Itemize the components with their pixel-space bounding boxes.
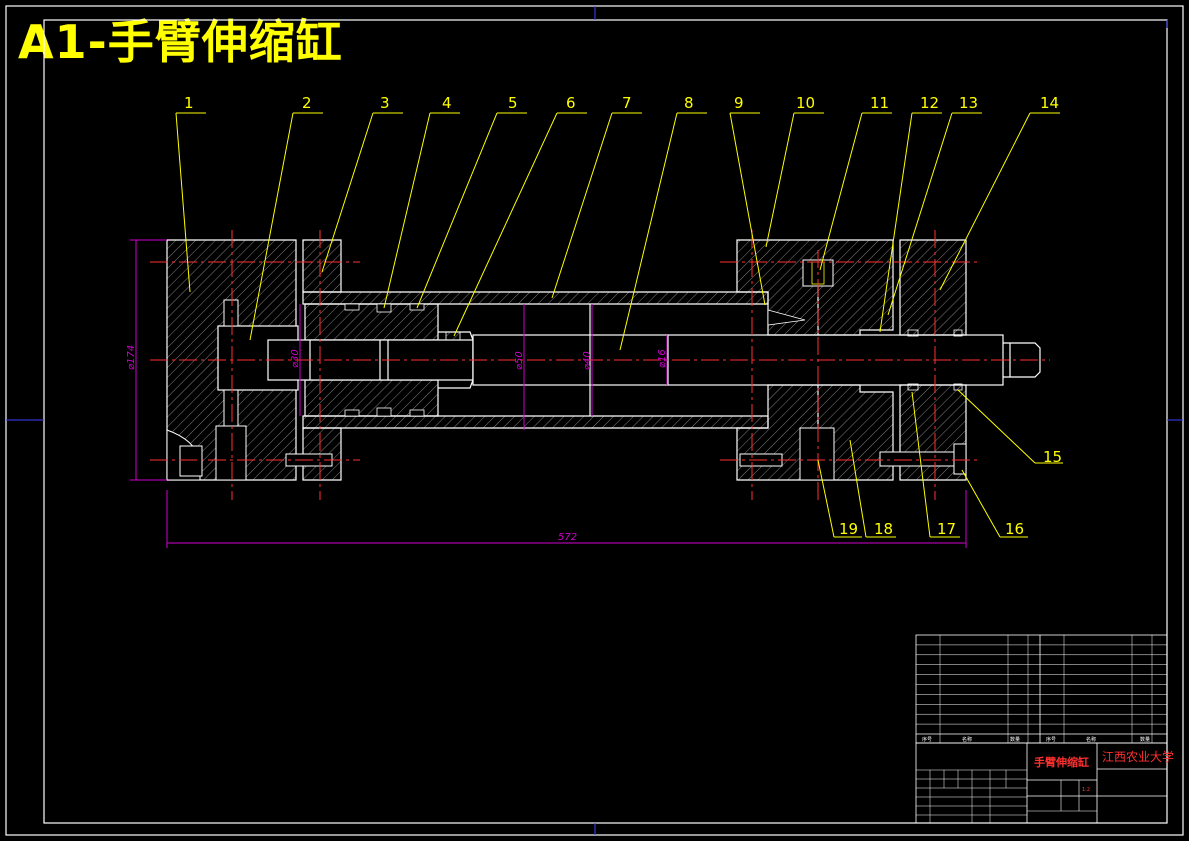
cylinder-assembly-drawing: ⌀174 572 ⌀30 ⌀50 ⌀40 ⌀16 1 2 3 4 5 6 7 8… [5, 5, 1184, 836]
part-label-11: 11 [870, 94, 889, 112]
part-label-10: 10 [796, 94, 815, 112]
dim-outer-diameter: ⌀174 [126, 345, 137, 370]
dim-overall-length: 572 [558, 532, 577, 543]
parts-list-table: 序号 名称 数量 序号 名称 数量 [915, 634, 1168, 744]
parts-header-name-left: 名称 [962, 736, 972, 743]
part-label-7: 7 [622, 94, 632, 112]
part-label-17: 17 [937, 520, 956, 538]
parts-header-seq-left: 序号 [922, 736, 932, 743]
right-end-cap [899, 239, 967, 336]
part-label-3: 3 [380, 94, 390, 112]
title-block-drawing-name: 手臂伸缩缸 [1034, 755, 1089, 769]
title-block-university: 江西农业大学 [1102, 749, 1174, 764]
parts-header-qty-left: 数量 [1010, 736, 1020, 743]
part-label-15: 15 [1043, 448, 1062, 466]
cylinder-barrel-top [302, 291, 769, 305]
part-label-16: 16 [1005, 520, 1024, 538]
title-block: 手臂伸缩缸 江西农业大学 1:2 [915, 742, 1174, 824]
part-label-14: 14 [1040, 94, 1059, 112]
dim-d1: ⌀30 [290, 349, 301, 368]
dim-d2: ⌀50 [514, 351, 525, 370]
part-label-9: 9 [734, 94, 744, 112]
right-flange [736, 239, 894, 336]
part-label-2: 2 [302, 94, 312, 112]
parts-header-qty-right: 数量 [1140, 736, 1150, 743]
part-label-5: 5 [508, 94, 518, 112]
dim-d4: ⌀16 [657, 349, 668, 368]
part-label-6: 6 [566, 94, 576, 112]
part-label-1: 1 [184, 94, 194, 112]
dim-d3: ⌀40 [582, 351, 593, 370]
part-label-19: 19 [839, 520, 858, 538]
part-label-12: 12 [920, 94, 939, 112]
part-label-8: 8 [684, 94, 694, 112]
parts-header-seq-right: 序号 [1046, 736, 1056, 743]
cylinder-barrel-bottom [302, 415, 769, 429]
left-flange [302, 239, 342, 293]
part-label-4: 4 [442, 94, 452, 112]
title-block-scale: 1:2 [1082, 787, 1090, 793]
parts-header-name-right: 名称 [1086, 736, 1096, 743]
part-label-13: 13 [959, 94, 978, 112]
part-label-18: 18 [874, 520, 893, 538]
